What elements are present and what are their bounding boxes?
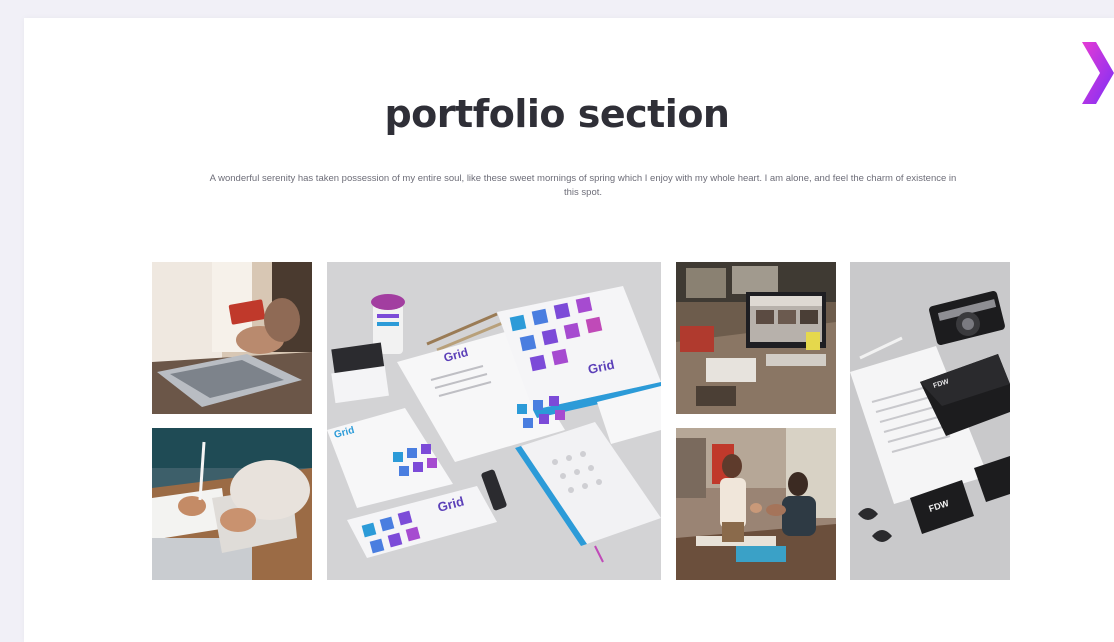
portfolio-item-team-meeting[interactable] — [676, 428, 836, 580]
portfolio-item-tablet-notes[interactable] — [152, 428, 312, 580]
portfolio-item-stationery-mockup[interactable]: Grid Grid Grid Grid — [327, 262, 661, 580]
portfolio-item-bw-stationery[interactable]: FDW FDW — [850, 262, 1010, 580]
section-description: A wonderful serenity has taken possessio… — [209, 173, 957, 198]
chevron-right-icon[interactable] — [1082, 42, 1114, 104]
portfolio-item-office-desk[interactable] — [676, 262, 836, 414]
section-title: portfolio section — [384, 92, 730, 136]
portfolio-item-laptop-card[interactable] — [152, 262, 312, 414]
